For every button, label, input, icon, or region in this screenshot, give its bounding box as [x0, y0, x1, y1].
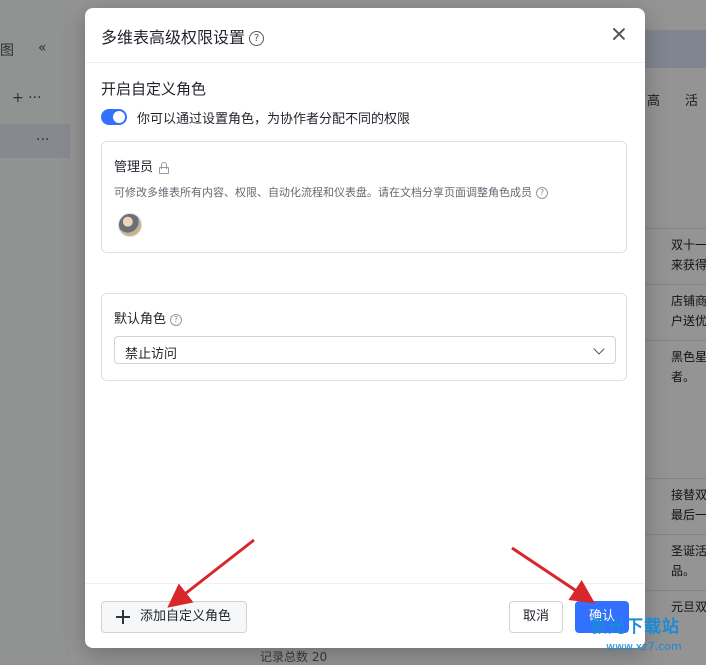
- default-role-select[interactable]: 禁止访问: [114, 336, 616, 364]
- permission-settings-dialog: 多维表高级权限设置? 开启自定义角色 你可以通过设置角色，为协作者分配不同的权限…: [85, 8, 645, 648]
- admin-role-card[interactable]: 管理员 可修改多维表所有内容、权限、自动化流程和仪表盘。请在文档分享页面调整角色…: [101, 141, 627, 253]
- admin-role-description: 可修改多维表所有内容、权限、自动化流程和仪表盘。请在文档分享页面调整角色成员?: [114, 184, 548, 200]
- default-role-card: 默认角色? 禁止访问: [101, 293, 627, 381]
- admin-role-title: 管理员: [114, 156, 170, 175]
- section-title: 开启自定义角色: [101, 80, 207, 98]
- dialog-title: 多维表高级权限设置?: [101, 24, 265, 48]
- default-role-title: 默认角色?: [114, 308, 183, 327]
- close-icon[interactable]: [607, 22, 631, 46]
- help-circle-icon[interactable]: ?: [249, 31, 265, 46]
- watermark-url: www.xz7.com: [606, 640, 682, 653]
- chevron-down-icon: [593, 343, 605, 355]
- default-role-value: 禁止访问: [125, 347, 178, 362]
- cancel-button[interactable]: 取消: [509, 601, 563, 633]
- dialog-footer: 添加自定义角色 取消 确认: [85, 583, 645, 649]
- add-custom-role-button[interactable]: 添加自定义角色: [101, 601, 247, 633]
- dialog-header: 多维表高级权限设置?: [85, 8, 645, 63]
- plus-icon: [116, 610, 130, 624]
- help-circle-icon[interactable]: ?: [536, 187, 548, 199]
- custom-role-toggle[interactable]: [101, 109, 127, 125]
- lock-icon: [159, 161, 170, 174]
- help-circle-icon[interactable]: ?: [170, 313, 183, 326]
- avatar[interactable]: [118, 213, 142, 237]
- toggle-label: 你可以通过设置角色，为协作者分配不同的权限: [137, 112, 411, 127]
- watermark-logo: 极光下载站: [590, 617, 680, 637]
- toggle-knob: [113, 111, 125, 123]
